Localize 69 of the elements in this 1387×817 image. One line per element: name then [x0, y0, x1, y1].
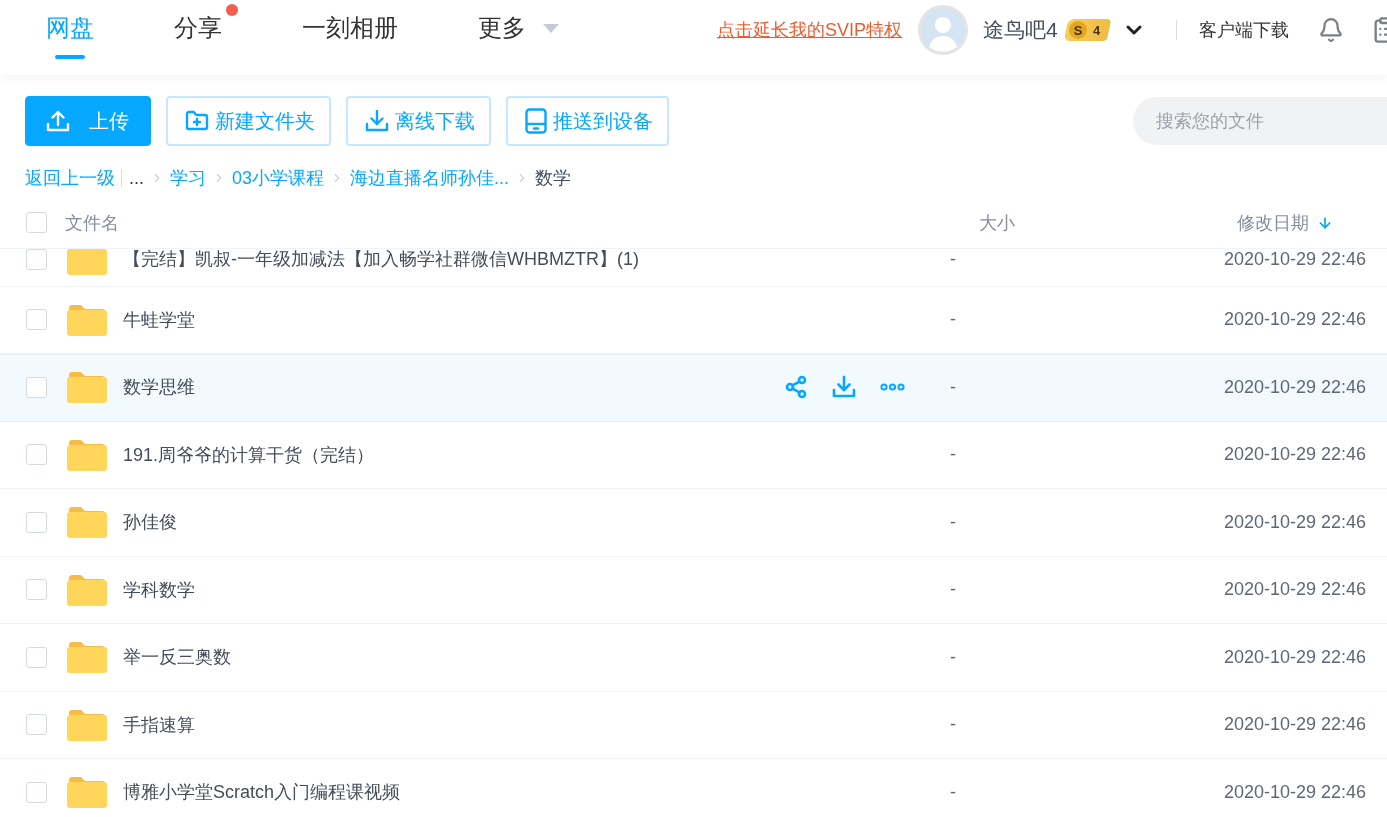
row-checkbox[interactable] — [26, 376, 47, 398]
file-name[interactable]: 【完结】凯叔-一年级加减法【加入畅学社群微信WHBMZTR】(1) — [123, 249, 639, 272]
modified-date: 2020-10-29 22:46 — [1222, 781, 1366, 803]
file-name[interactable]: 牛蛙学堂 — [123, 307, 195, 332]
more-icon[interactable] — [880, 383, 905, 392]
row-checkbox[interactable] — [26, 511, 47, 533]
folder-icon — [67, 573, 107, 606]
breadcrumb-link[interactable]: 数学 — [535, 166, 572, 190]
file-size: - — [949, 249, 957, 270]
row-checkbox[interactable] — [26, 309, 47, 331]
file-name[interactable]: 191.周爷爷的计算干货（完结） — [123, 442, 375, 467]
modified-date: 2020-10-29 22:46 — [1222, 444, 1366, 466]
modified-date: 2020-10-29 22:46 — [1222, 309, 1366, 331]
share-icon[interactable] — [784, 375, 808, 400]
row-checkbox[interactable] — [26, 444, 47, 466]
folder-icon — [67, 641, 107, 674]
row-checkbox[interactable] — [26, 579, 47, 601]
file-name[interactable]: 孙佳俊 — [123, 510, 177, 535]
folder-icon — [67, 708, 107, 741]
file-name[interactable]: 博雅小学堂Scratch入门编程课视频 — [123, 780, 401, 805]
folder-icon — [67, 438, 107, 471]
folder-icon — [67, 371, 107, 404]
file-size: - — [949, 646, 957, 668]
bell-icon[interactable] — [1317, 17, 1344, 43]
row-checkbox[interactable] — [26, 714, 47, 736]
folder-icon — [67, 776, 107, 809]
modified-date: 2020-10-29 22:46 — [1222, 579, 1366, 601]
file-size: - — [949, 781, 957, 803]
download-icon — [365, 109, 389, 133]
row-checkbox[interactable] — [26, 646, 47, 668]
file-size: - — [949, 511, 957, 533]
file-size: - — [949, 714, 957, 736]
device-icon — [525, 108, 547, 134]
folder-icon — [67, 249, 107, 276]
file-size: - — [949, 309, 957, 331]
nav-tab[interactable]: 更多 — [478, 0, 559, 59]
badge-letter: S — [1068, 21, 1087, 39]
modified-date: 2020-10-29 22:46 — [1222, 646, 1366, 668]
user-avatar-icon[interactable] — [918, 5, 969, 55]
modified-date: 2020-10-29 22:46 — [1222, 249, 1366, 270]
file-size: - — [949, 444, 957, 466]
row-checkbox[interactable] — [26, 249, 47, 270]
folder-icon — [67, 506, 107, 539]
table-row[interactable]: 【完结】凯叔-一年级加减法【加入畅学社群微信WHBMZTR】(1) - 2020-10-29 22:46 — [0, 249, 1387, 287]
column-header[interactable]: 修改日期 — [1237, 210, 1309, 235]
search-field[interactable]: 搜索您的文件 — [1133, 97, 1387, 145]
modified-date: 2020-10-29 22:46 — [1222, 376, 1366, 398]
row-checkbox[interactable] — [26, 781, 47, 803]
select-all-checkbox[interactable] — [26, 212, 47, 233]
badge-level: 4 — [1092, 22, 1100, 38]
file-name[interactable]: 数学思维 — [123, 375, 195, 400]
nav-tab[interactable]: 分享 — [174, 0, 222, 59]
user-name: 途鸟吧4 — [983, 17, 1058, 43]
column-header[interactable]: 大小 — [979, 210, 1015, 235]
file-name[interactable]: 学科数学 — [123, 577, 195, 602]
breadcrumb-ellipsis[interactable]: ... — [129, 167, 144, 189]
modified-date: 2020-10-29 22:46 — [1222, 511, 1366, 533]
nav-tab[interactable]: 一刻相册 — [302, 0, 398, 59]
client-download-link[interactable]: 客户端下载 — [1198, 18, 1289, 42]
file-name[interactable]: 手指速算 — [123, 712, 195, 737]
file-name[interactable]: 举一反三奥数 — [123, 645, 231, 670]
download-icon[interactable] — [832, 375, 856, 400]
file-size: - — [949, 579, 957, 601]
file-size: - — [949, 376, 957, 398]
modified-date: 2020-10-29 22:46 — [1222, 714, 1366, 736]
folder-plus-icon — [185, 109, 209, 133]
upload-icon — [46, 109, 70, 133]
table-row[interactable]: 数学思维 - 2020-10-29 22:46 — [0, 354, 1387, 422]
folder-icon — [67, 303, 107, 336]
